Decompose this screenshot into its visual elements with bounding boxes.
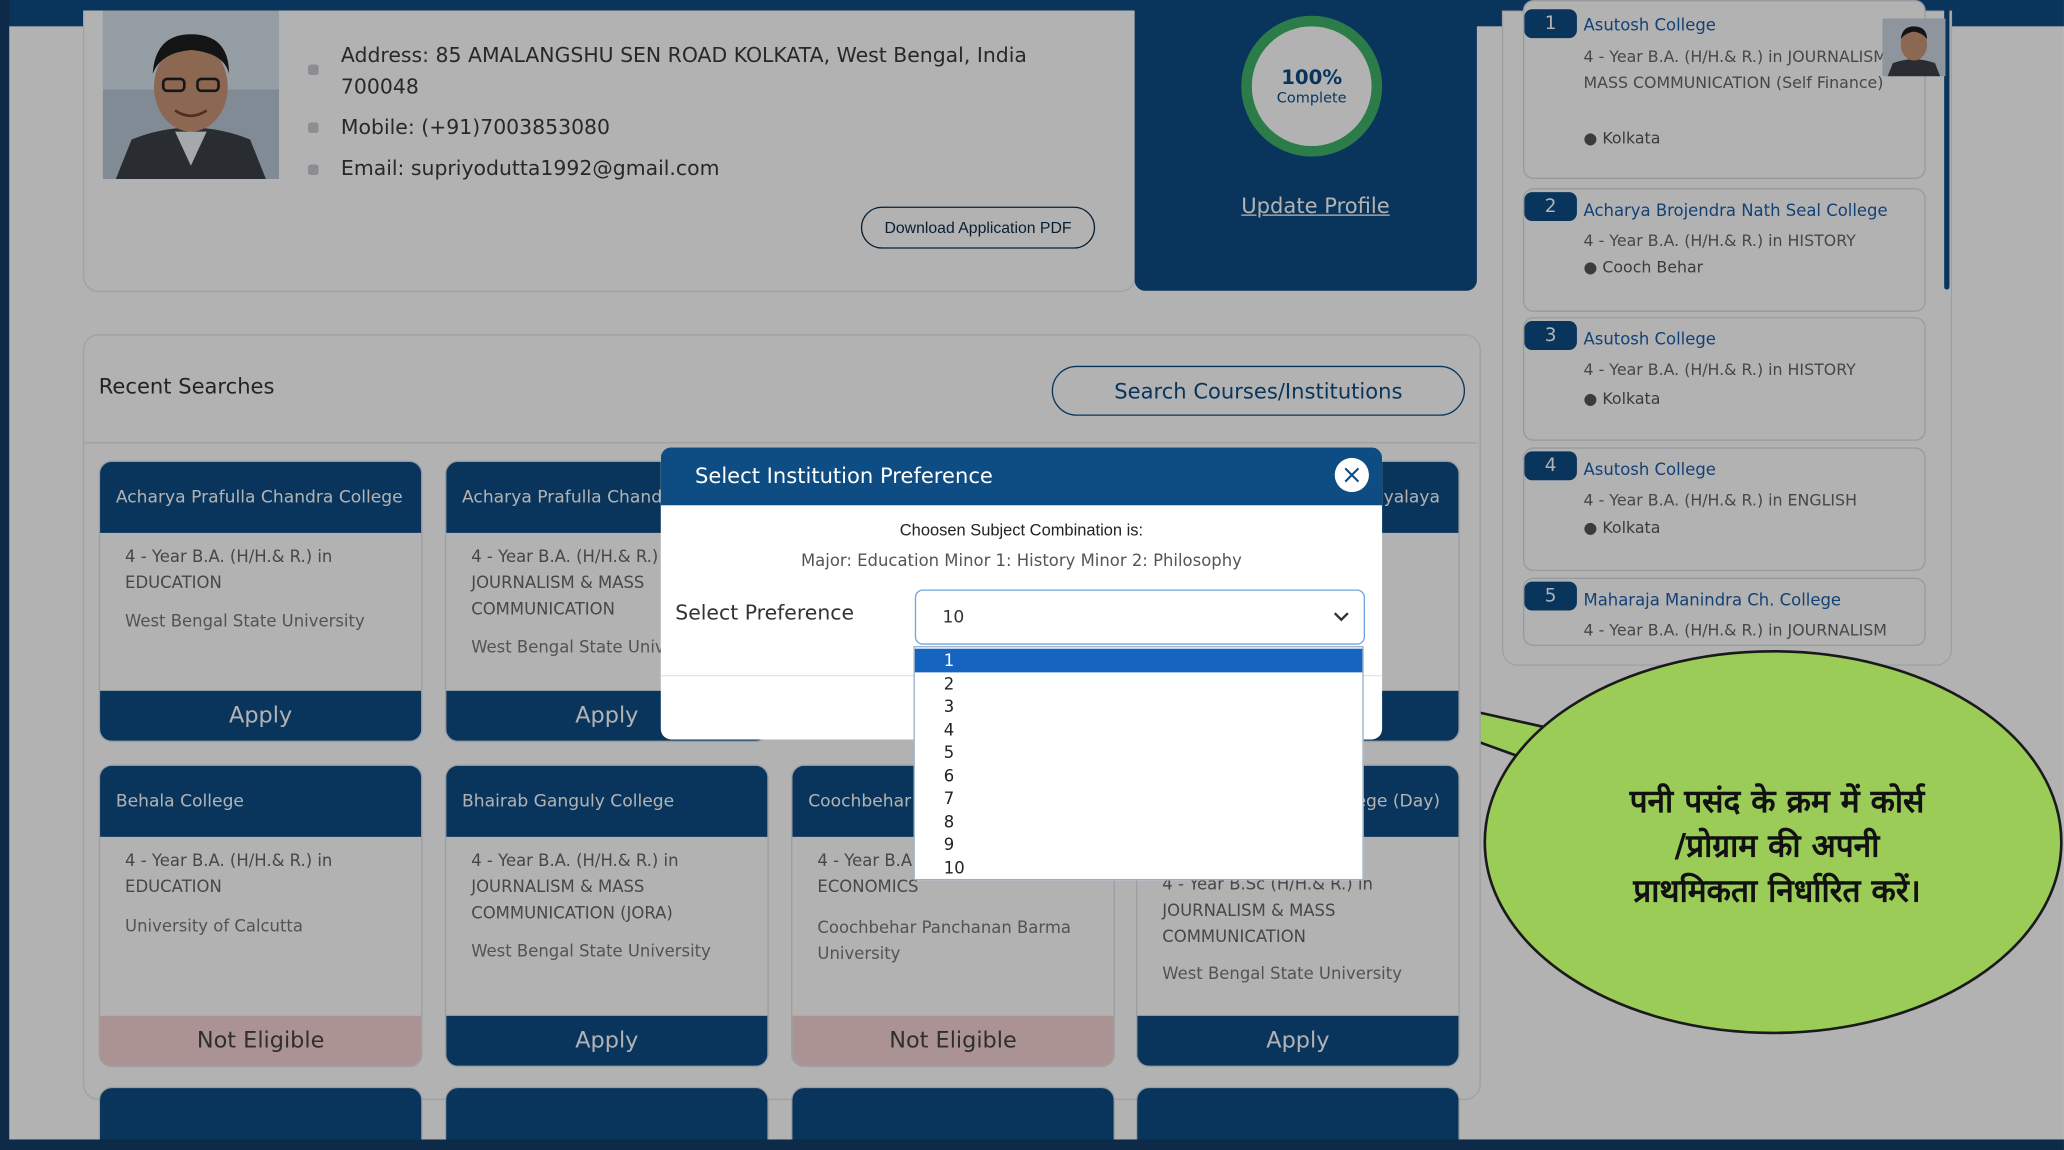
footer-bar xyxy=(0,1139,2064,1150)
preference-option[interactable]: 8 xyxy=(915,810,1363,833)
preference-option[interactable]: 1 xyxy=(914,648,1363,672)
callout-line: प्राथमिकता निर्धारित करें। xyxy=(1633,872,1921,910)
callout-text: पनी पसंद के क्रम में कोर्स /प्रोग्राम की… xyxy=(1566,779,1987,913)
modal-header: Select Institution Preference xyxy=(660,447,1383,506)
preference-option[interactable]: 2 xyxy=(915,672,1363,695)
close-icon[interactable] xyxy=(1334,457,1369,493)
preference-option[interactable]: 5 xyxy=(915,741,1363,764)
callout-line: पनी पसंद के क्रम में कोर्स xyxy=(1629,782,1925,820)
preference-option[interactable]: 6 xyxy=(915,764,1363,787)
preference-option[interactable]: 4 xyxy=(915,718,1363,741)
preference-option[interactable]: 10 xyxy=(915,856,1363,879)
left-edge-bar xyxy=(0,0,10,1150)
subject-combination-heading: Choosen Subject Combination is: xyxy=(899,521,1144,540)
application-dashboard: Address: 85 AMALANGSHU SEN ROAD KOLKATA,… xyxy=(0,0,2064,1150)
preference-select[interactable]: 10 xyxy=(914,589,1366,645)
chevron-down-icon xyxy=(1332,607,1350,631)
preference-option[interactable]: 3 xyxy=(915,695,1363,718)
select-preference-label: Select Preference xyxy=(675,601,855,626)
preference-select-value: 10 xyxy=(942,607,965,627)
preference-options-list: 1 2 3 4 5 6 7 8 9 10 xyxy=(913,646,1364,881)
preference-option[interactable]: 7 xyxy=(915,787,1363,810)
callout-line: /प्रोग्राम की अपनी xyxy=(1674,827,1880,865)
subject-combination-value: Major: Education Minor 1: History Minor … xyxy=(800,550,1242,570)
modal-title: Select Institution Preference xyxy=(695,463,993,489)
preference-option[interactable]: 9 xyxy=(915,833,1363,856)
